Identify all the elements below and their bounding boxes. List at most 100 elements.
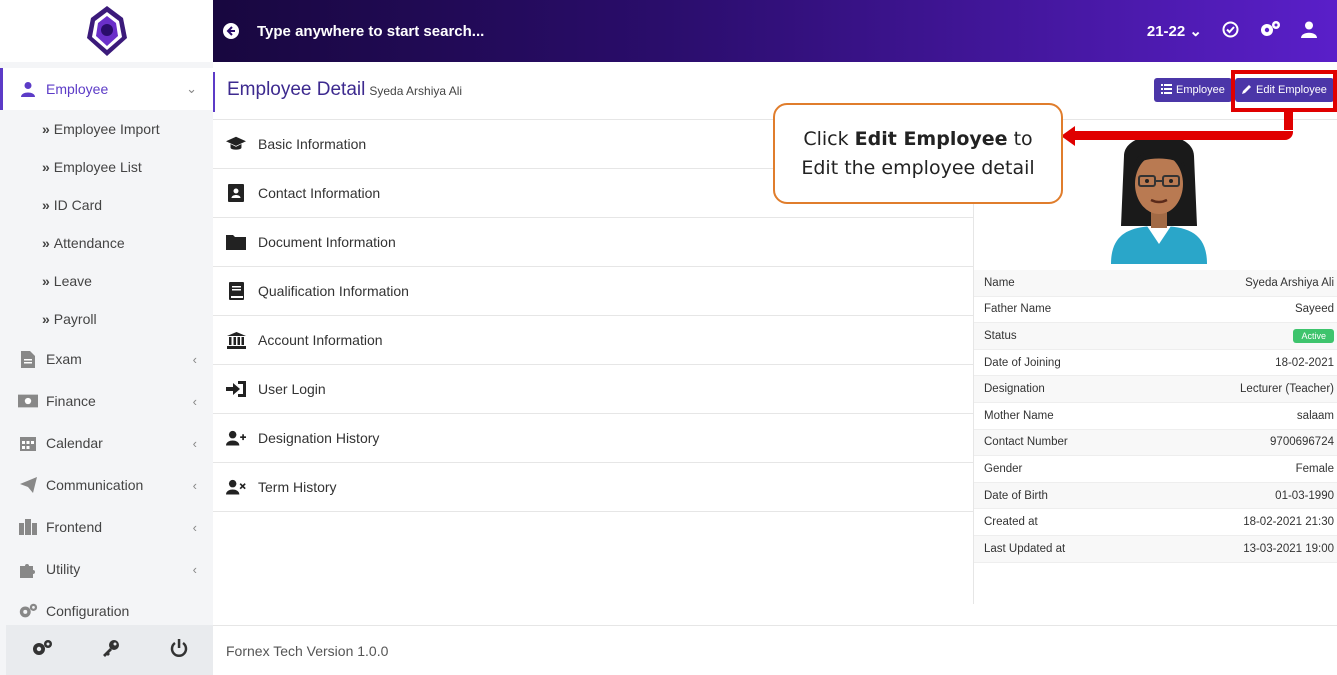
address-book-icon bbox=[226, 183, 246, 203]
chevron-left-icon: ‹ bbox=[192, 351, 197, 367]
section-account-information[interactable]: Account Information bbox=[213, 316, 973, 365]
paper-plane-icon bbox=[18, 475, 38, 495]
callout-bold-text: Edit Employee bbox=[854, 127, 1008, 150]
sidebar-item-label: Utility bbox=[46, 561, 81, 577]
detail-label: Last Updated at bbox=[984, 542, 1066, 555]
table-row: Mother Name salaam bbox=[974, 403, 1337, 430]
page-subtitle: Syeda Arshiya Ali bbox=[369, 84, 463, 98]
back-arrow-icon[interactable] bbox=[223, 23, 239, 39]
detail-value: Sayeed bbox=[1294, 303, 1334, 316]
detail-value: 01-03-1990 bbox=[1275, 489, 1334, 502]
power-icon[interactable] bbox=[170, 638, 188, 662]
section-document-information[interactable]: Document Information bbox=[213, 218, 973, 267]
detail-value: 9700696724 bbox=[1270, 436, 1334, 449]
table-row: Date of Birth 01-03-1990 bbox=[974, 482, 1337, 510]
table-row: Father Name Sayeed bbox=[974, 297, 1337, 324]
sidebar-subitem-label: Payroll bbox=[53, 311, 97, 327]
annotation-arrow-shaft bbox=[1284, 112, 1293, 130]
callout-line-2: Edit the employee detail bbox=[801, 156, 1035, 179]
graduation-cap-icon bbox=[226, 134, 246, 154]
user-icon bbox=[18, 79, 38, 99]
section-qualification-information[interactable]: Qualification Information bbox=[213, 267, 973, 316]
detail-value: 13-03-2021 19:00 bbox=[1243, 542, 1334, 555]
page-title-text: Employee Detail bbox=[227, 79, 366, 100]
calendar-icon bbox=[18, 433, 38, 453]
page-footer: Fornex Tech Version 1.0.0 bbox=[213, 625, 1337, 675]
header-accent-bar bbox=[213, 72, 215, 112]
section-label: Contact Information bbox=[258, 185, 381, 201]
section-designation-history[interactable]: Designation History bbox=[213, 414, 973, 463]
section-label: Term History bbox=[258, 479, 337, 495]
sidebar-subitem-label: Attendance bbox=[53, 235, 125, 251]
section-label: Designation History bbox=[258, 430, 380, 446]
double-chevron-right-icon: » bbox=[42, 121, 50, 137]
app-logo[interactable] bbox=[0, 0, 213, 62]
detail-label: Date of Joining bbox=[984, 356, 1061, 369]
detail-label: Designation bbox=[984, 383, 1045, 396]
detail-value: Lecturer (Teacher) bbox=[1240, 383, 1334, 396]
check-circle-icon[interactable] bbox=[1222, 21, 1239, 42]
instruction-callout: Click Edit Employee to Edit the employee… bbox=[773, 103, 1063, 204]
gears-icon[interactable] bbox=[1259, 20, 1281, 42]
double-chevron-right-icon: » bbox=[42, 311, 50, 327]
sidebar-subitem-employee-import[interactable]: » Employee Import bbox=[0, 110, 213, 148]
document-icon bbox=[18, 349, 38, 369]
session-label: 21-22 bbox=[1146, 23, 1186, 40]
detail-value: salaam bbox=[1296, 409, 1334, 422]
sidebar-item-label: Finance bbox=[46, 393, 96, 409]
user-plus-icon bbox=[226, 428, 246, 448]
table-row: Date of Joining 18-02-2021 bbox=[974, 350, 1337, 377]
sidebar-subitem-attendance[interactable]: » Attendance bbox=[0, 224, 213, 262]
double-chevron-right-icon: » bbox=[42, 197, 50, 213]
section-label: Account Information bbox=[258, 332, 383, 348]
sidebar-item-employee[interactable]: Employee ⌄ bbox=[0, 68, 213, 110]
table-row: Designation Lecturer (Teacher) bbox=[974, 376, 1337, 403]
detail-value: 18-02-2021 bbox=[1275, 356, 1334, 369]
sidebar-item-finance[interactable]: Finance ‹ bbox=[0, 380, 213, 422]
sidebar-item-frontend[interactable]: Frontend ‹ bbox=[0, 506, 213, 548]
double-chevron-right-icon: » bbox=[42, 159, 50, 175]
gears-icon bbox=[18, 601, 38, 621]
puzzle-icon bbox=[18, 559, 38, 579]
session-selector[interactable]: 21-22 ⌄ bbox=[1147, 22, 1202, 40]
employee-list-button[interactable]: Employee bbox=[1154, 78, 1232, 102]
sidebar-item-label: Configuration bbox=[46, 603, 130, 619]
sidebar-item-calendar[interactable]: Calendar ‹ bbox=[0, 422, 213, 464]
status-badge: Active bbox=[1293, 328, 1334, 343]
sidebar-item-communication[interactable]: Communication ‹ bbox=[0, 464, 213, 506]
sidebar-subitem-leave[interactable]: » Leave bbox=[0, 262, 213, 300]
section-term-history[interactable]: Term History bbox=[213, 463, 973, 512]
detail-label: Contact Number bbox=[984, 436, 1068, 449]
chevron-down-icon: ⌄ bbox=[186, 81, 197, 96]
top-bar: 21-22 ⌄ bbox=[213, 0, 1337, 62]
sidebar-item-exam[interactable]: Exam ‹ bbox=[0, 338, 213, 380]
table-row: Created at 18-02-2021 21:30 bbox=[974, 509, 1337, 536]
annotation-arrow-shaft bbox=[1070, 131, 1293, 140]
sidebar-subitem-payroll[interactable]: » Payroll bbox=[0, 300, 213, 338]
table-row: Contact Number 9700696724 bbox=[974, 429, 1337, 457]
user-times-icon bbox=[226, 477, 246, 497]
bank-icon bbox=[226, 330, 246, 350]
detail-label: Date of Birth bbox=[984, 489, 1048, 502]
table-row: Gender Female bbox=[974, 456, 1337, 483]
section-user-login[interactable]: User Login bbox=[213, 365, 973, 414]
detail-label: Mother Name bbox=[984, 409, 1054, 422]
search-input[interactable] bbox=[257, 22, 817, 40]
section-label: Qualification Information bbox=[258, 283, 409, 299]
building-icon bbox=[18, 517, 38, 537]
version-text: Fornex Tech Version 1.0.0 bbox=[226, 642, 389, 659]
sidebar-footer bbox=[6, 625, 213, 675]
gears-icon[interactable] bbox=[31, 639, 53, 662]
money-icon bbox=[18, 391, 38, 411]
sidebar-subitem-id-card[interactable]: » ID Card bbox=[0, 186, 213, 224]
annotation-arrow-head bbox=[1061, 126, 1075, 146]
key-icon[interactable] bbox=[102, 639, 120, 662]
chevron-left-icon: ‹ bbox=[192, 477, 197, 493]
sidebar-subitem-employee-list[interactable]: » Employee List bbox=[0, 148, 213, 186]
top-actions: 21-22 ⌄ bbox=[1147, 0, 1317, 62]
sidebar-item-label: Exam bbox=[46, 351, 82, 367]
section-label: Document Information bbox=[258, 234, 396, 250]
detail-value: Female bbox=[1295, 462, 1334, 475]
sidebar-item-utility[interactable]: Utility ‹ bbox=[0, 548, 213, 590]
user-icon[interactable] bbox=[1301, 21, 1317, 42]
